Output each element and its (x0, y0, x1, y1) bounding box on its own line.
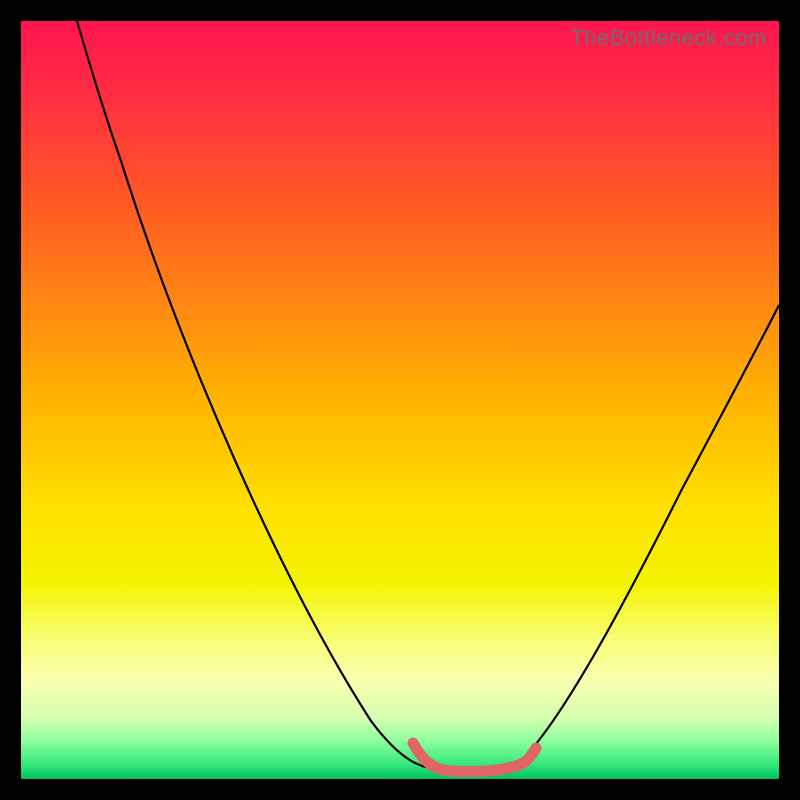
plot-area: TheBottleneck.com (21, 21, 779, 779)
optimal-range-marker (413, 743, 536, 771)
bottleneck-curve (77, 21, 779, 769)
watermark-text: TheBottleneck.com (570, 25, 767, 51)
chart-frame: TheBottleneck.com (0, 0, 800, 800)
chart-svg (21, 21, 779, 779)
